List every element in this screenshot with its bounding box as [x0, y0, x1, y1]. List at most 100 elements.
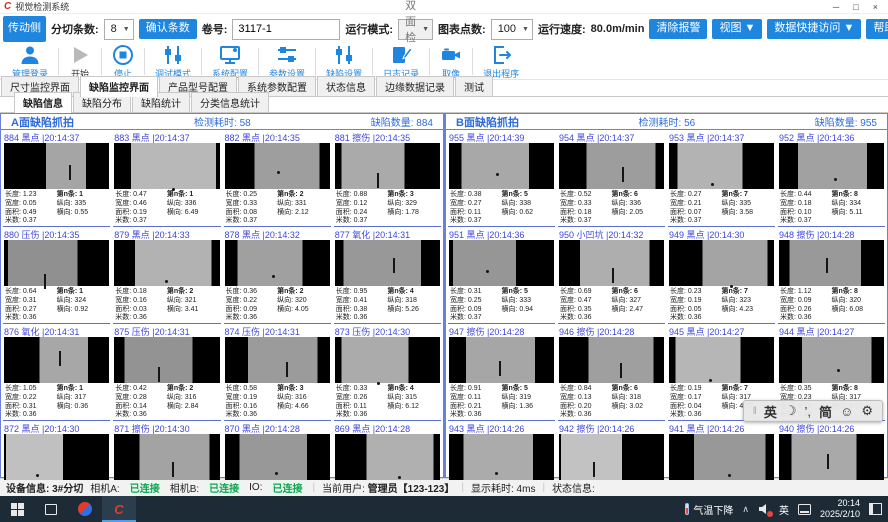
action-play-button[interactable]: 开始	[59, 44, 101, 79]
ime-lang-toggle[interactable]: 英	[764, 402, 777, 421]
action-sliders-horizontal-button[interactable]: 参数设置	[259, 44, 315, 79]
defect-snapshot-image[interactable]	[669, 240, 774, 286]
defect-cell[interactable]: 875 压伤 |20:14:31 长度: 0.42宽度: 0.28面积: 0.1…	[113, 324, 220, 421]
close-button[interactable]: ×	[873, 2, 878, 12]
defect-snapshot-image[interactable]	[779, 434, 884, 480]
main-tab-4[interactable]: 状态信息	[317, 76, 375, 96]
defect-cell-header[interactable]: 880 压伤 |20:14:35	[3, 227, 110, 240]
defect-cell[interactable]: 880 压伤 |20:14:35 长度: 0.64宽度: 0.31面积: 0.2…	[3, 227, 110, 324]
defect-cell-header[interactable]: 945 黑点 |20:14:27	[668, 324, 775, 337]
defect-snapshot-image[interactable]	[114, 240, 219, 286]
action-stop-button[interactable]: 停止	[102, 44, 144, 79]
defect-cell-header[interactable]: 943 黑点 |20:14:26	[448, 421, 555, 434]
task-view-button[interactable]	[34, 496, 68, 522]
chart-points-select[interactable]: 100 ▼	[491, 19, 533, 40]
action-monitor-button[interactable]: 系统配置	[202, 44, 258, 79]
defect-snapshot-image[interactable]	[559, 337, 664, 383]
defect-cell[interactable]: 947 擦伤 |20:14:28 长度: 0.91宽度: 0.11面积: 0.2…	[448, 324, 555, 421]
defect-snapshot-image[interactable]	[779, 240, 884, 286]
ime-punctuation-toggle[interactable]: ’,	[805, 404, 812, 419]
defect-snapshot-image[interactable]	[449, 337, 554, 383]
defect-cell-header[interactable]: 949 黑点 |20:14:30	[668, 227, 775, 240]
defect-snapshot-image[interactable]	[4, 434, 109, 480]
defect-cell-header[interactable]: 952 黑点 |20:14:36	[778, 130, 885, 143]
defect-snapshot-image[interactable]	[4, 143, 109, 189]
defect-cell[interactable]: 876 氧化 |20:14:31 长度: 1.05宽度: 0.22面积: 0.3…	[3, 324, 110, 421]
defect-cell[interactable]: 884 黑点 |20:14:37 长度: 1.23宽度: 0.05面积: 0.4…	[3, 130, 110, 227]
defect-cell-header[interactable]: 955 黑点 |20:14:39	[448, 130, 555, 143]
defect-snapshot-image[interactable]	[779, 337, 884, 383]
defect-cell-header[interactable]: 870 黑点 |20:14:28	[224, 421, 331, 434]
action-exit-button[interactable]: 退出程序	[473, 44, 529, 79]
defect-cell[interactable]: 879 黑点 |20:14:33 长度: 0.18宽度: 0.16面积: 0.0…	[113, 227, 220, 324]
main-tab-6[interactable]: 测试	[455, 76, 493, 96]
defect-snapshot-image[interactable]	[335, 143, 440, 189]
defect-snapshot-image[interactable]	[559, 143, 664, 189]
taskbar-active-app[interactable]: C	[102, 496, 136, 522]
sub-tab-0[interactable]: 缺陷信息	[14, 92, 72, 113]
taskbar-clock[interactable]: 20:14 2025/2/10	[820, 498, 860, 520]
defect-snapshot-image[interactable]	[335, 434, 440, 480]
drive-side-button[interactable]: 传动侧	[3, 16, 46, 41]
minimize-button[interactable]: ─	[833, 2, 839, 12]
defect-cell[interactable]: 946 擦伤 |20:14:28 长度: 0.84宽度: 0.13面积: 0.2…	[558, 324, 665, 421]
view-menu-button[interactable]: 视图 ▼	[712, 19, 762, 38]
action-camera-button[interactable]: 取像	[430, 44, 472, 79]
defect-cell[interactable]: 952 黑点 |20:14:36 长度: 0.44宽度: 0.18面积: 0.1…	[778, 130, 885, 227]
action-sliders-vertical-button[interactable]: 缺陷设置	[316, 44, 372, 79]
defect-cell-header[interactable]: 879 黑点 |20:14:33	[113, 227, 220, 240]
defect-cell[interactable]: 948 擦伤 |20:14:28 长度: 1.12宽度: 0.09面积: 0.2…	[778, 227, 885, 324]
defect-cell-header[interactable]: 884 黑点 |20:14:37	[3, 130, 110, 143]
defect-cell-header[interactable]: 947 擦伤 |20:14:28	[448, 324, 555, 337]
defect-cell-header[interactable]: 872 黑点 |20:14:30	[3, 421, 110, 434]
defect-snapshot-image[interactable]	[449, 434, 554, 480]
defect-snapshot-image[interactable]	[449, 240, 554, 286]
ime-drag-handle[interactable]: ‖	[753, 406, 756, 417]
defect-cell-header[interactable]: 941 黑点 |20:14:26	[668, 421, 775, 434]
ime-simplified-toggle[interactable]: 简	[819, 402, 832, 421]
defect-cell[interactable]: 949 黑点 |20:14:30 长度: 0.23宽度: 0.19面积: 0.0…	[668, 227, 775, 324]
defect-snapshot-image[interactable]	[114, 337, 219, 383]
defect-cell[interactable]: 878 黑点 |20:14:32 长度: 0.36宽度: 0.22面积: 0.0…	[224, 227, 331, 324]
defect-snapshot-image[interactable]	[225, 337, 330, 383]
action-center-icon[interactable]	[869, 503, 882, 515]
action-sliders-vertical-button[interactable]: 调试模式	[145, 44, 201, 79]
defect-snapshot-image[interactable]	[335, 240, 440, 286]
maximize-button[interactable]: □	[853, 2, 858, 12]
defect-cell[interactable]: 874 压伤 |20:14:31 长度: 0.58宽度: 0.19面积: 0.1…	[224, 324, 331, 421]
defect-snapshot-image[interactable]	[669, 434, 774, 480]
language-indicator[interactable]: 英	[779, 502, 789, 517]
main-tab-5[interactable]: 边缘数据记录	[376, 76, 454, 96]
defect-snapshot-image[interactable]	[669, 143, 774, 189]
defect-cell-header[interactable]: 942 擦伤 |20:14:26	[558, 421, 665, 434]
defect-cell-header[interactable]: 876 氧化 |20:14:31	[3, 324, 110, 337]
ime-halfmoon-icon[interactable]: ☽	[785, 403, 797, 419]
slit-count-select[interactable]: 8 ▼	[104, 19, 134, 40]
defect-cell[interactable]: 950 小凹坑 |20:14:32 长度: 0.69宽度: 0.47面积: 0.…	[558, 227, 665, 324]
defect-cell-header[interactable]: 946 擦伤 |20:14:28	[558, 324, 665, 337]
defect-snapshot-image[interactable]	[449, 143, 554, 189]
start-button[interactable]	[0, 496, 34, 522]
defect-cell-header[interactable]: 940 擦伤 |20:14:26	[778, 421, 885, 434]
ime-emoji-button[interactable]: ☺	[840, 404, 853, 419]
defect-cell[interactable]: 955 黑点 |20:14:39 长度: 0.38宽度: 0.27面积: 0.1…	[448, 130, 555, 227]
defect-cell-header[interactable]: 877 氧化 |20:14:31	[334, 227, 441, 240]
taskbar-app[interactable]	[68, 496, 102, 522]
defect-cell-header[interactable]: 948 擦伤 |20:14:28	[778, 227, 885, 240]
defect-cell-header[interactable]: 871 擦伤 |20:14:30	[113, 421, 220, 434]
defect-cell[interactable]: 951 黑点 |20:14:36 长度: 0.31宽度: 0.25面积: 0.0…	[448, 227, 555, 324]
weather-widget[interactable]: 气温下降	[685, 502, 733, 517]
defect-cell-header[interactable]: 883 黑点 |20:14:37	[113, 130, 220, 143]
defect-snapshot-image[interactable]	[4, 240, 109, 286]
defect-cell-header[interactable]: 882 黑点 |20:14:35	[224, 130, 331, 143]
defect-cell-header[interactable]: 944 黑点 |20:14:27	[778, 324, 885, 337]
defect-snapshot-image[interactable]	[335, 337, 440, 383]
sub-tab-3[interactable]: 分类信息统计	[191, 92, 269, 112]
ime-settings-gear-icon[interactable]: ⚙	[861, 403, 873, 419]
defect-cell[interactable]: 877 氧化 |20:14:31 长度: 0.95宽度: 0.41面积: 0.3…	[334, 227, 441, 324]
defect-snapshot-image[interactable]	[559, 434, 664, 480]
defect-snapshot-image[interactable]	[225, 434, 330, 480]
defect-cell-header[interactable]: 878 黑点 |20:14:32	[224, 227, 331, 240]
defect-snapshot-image[interactable]	[225, 143, 330, 189]
defect-cell-header[interactable]: 881 擦伤 |20:14:35	[334, 130, 441, 143]
